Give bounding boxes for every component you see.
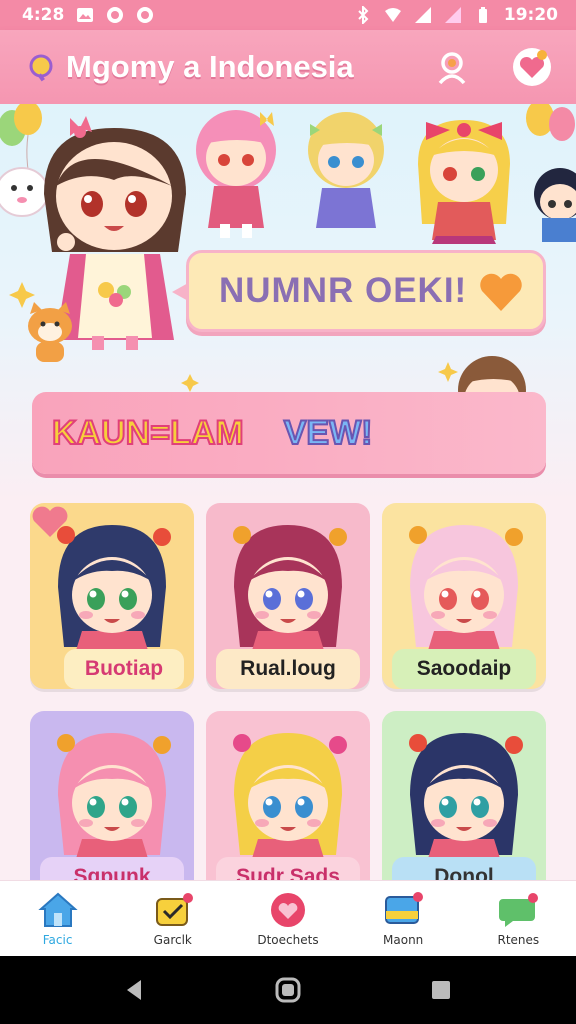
nav-item-favorites[interactable]: Dtoechets (240, 891, 336, 947)
nav-label-home: Facic (42, 932, 73, 947)
speech-bubble: NUMNR OEKI! (186, 250, 546, 332)
profile-search-icon (438, 52, 466, 85)
check-badge-icon (155, 892, 193, 926)
back-icon[interactable] (123, 978, 147, 1002)
favorite-button[interactable] (510, 45, 554, 89)
fox-character (28, 302, 72, 362)
banner-text-primary: KAUN=LAM (51, 413, 245, 453)
nav-label-inbox: Maonn (383, 932, 424, 947)
app-bar: Mgomy a Indonesia (0, 30, 576, 104)
character-card-label: Buotiap (64, 649, 184, 689)
character-card[interactable]: Buotiap (30, 503, 194, 689)
recents-icon[interactable] (429, 978, 453, 1002)
home-icon (37, 892, 78, 927)
blonde-boy-character (308, 112, 384, 228)
battery-icon (478, 7, 487, 23)
status-time: 4:28 (22, 5, 65, 25)
heart-circle-icon (270, 892, 305, 927)
nav-label-chat: Rtenes (497, 932, 540, 947)
character-grid: Buotiap Rual.loug Saoodaip Sqpunk Sudr S… (30, 503, 546, 897)
heart-badge-icon (513, 48, 551, 86)
character-card[interactable]: Saoodaip (382, 503, 546, 689)
promo-banner[interactable]: KAUN=LAM VEW! (32, 392, 546, 474)
bluetooth-icon (358, 6, 369, 24)
wifi-icon (384, 8, 401, 22)
dark-hair-kid-character (534, 168, 576, 242)
signal-icon (414, 7, 431, 23)
banner-text-secondary: VEW! (283, 413, 374, 453)
character-card[interactable]: Sqpunk (30, 711, 194, 897)
system-navigation-bar (0, 956, 576, 1024)
heart-icon (32, 506, 68, 537)
character-card-label: Rual.loug (216, 649, 360, 689)
nav-item-check[interactable]: Garclk (125, 891, 221, 947)
signal-icon-2 (444, 7, 461, 23)
app-notification-icon (107, 7, 124, 23)
chat-icon (499, 892, 539, 927)
profile-search-button[interactable] (430, 45, 474, 89)
image-notification-icon (77, 8, 94, 22)
nav-label-check: Garclk (153, 932, 192, 947)
character-card[interactable]: Rual.loug (206, 503, 370, 689)
balloons-right-decoration (526, 104, 575, 141)
character-card[interactable]: Sudr Sads (206, 711, 370, 897)
blonde-girl-character (418, 120, 510, 244)
bottom-navigation: Facic Garclk Dtoechets Maonn Rtenes (0, 880, 576, 956)
nav-item-inbox[interactable]: Maonn (355, 891, 451, 947)
app-title: Mgomy a Indonesia (66, 49, 354, 84)
heart-icon (480, 273, 522, 311)
status-bar: 4:28 19:20 (0, 0, 576, 30)
inbox-icon (385, 891, 424, 924)
speech-bubble-text: NUMNR OEKI! (219, 271, 468, 310)
home-circle-icon[interactable] (274, 976, 302, 1004)
nav-label-favorites: Dtoechets (257, 932, 319, 947)
app-notification-icon-2 (137, 7, 154, 23)
white-bunny-character (0, 167, 49, 217)
status-clock: 19:20 (503, 5, 558, 25)
app-logo-icon (29, 54, 53, 82)
character-card-label: Saoodaip (392, 649, 536, 689)
nav-item-home[interactable]: Facic (10, 891, 106, 947)
character-card[interactable]: Donol (382, 711, 546, 897)
nav-item-chat[interactable]: Rtenes (470, 891, 566, 947)
pink-hair-girl-character (196, 110, 276, 238)
hero-section: NUMNR OEKI! KAUN=LAM VEW! (0, 104, 576, 500)
